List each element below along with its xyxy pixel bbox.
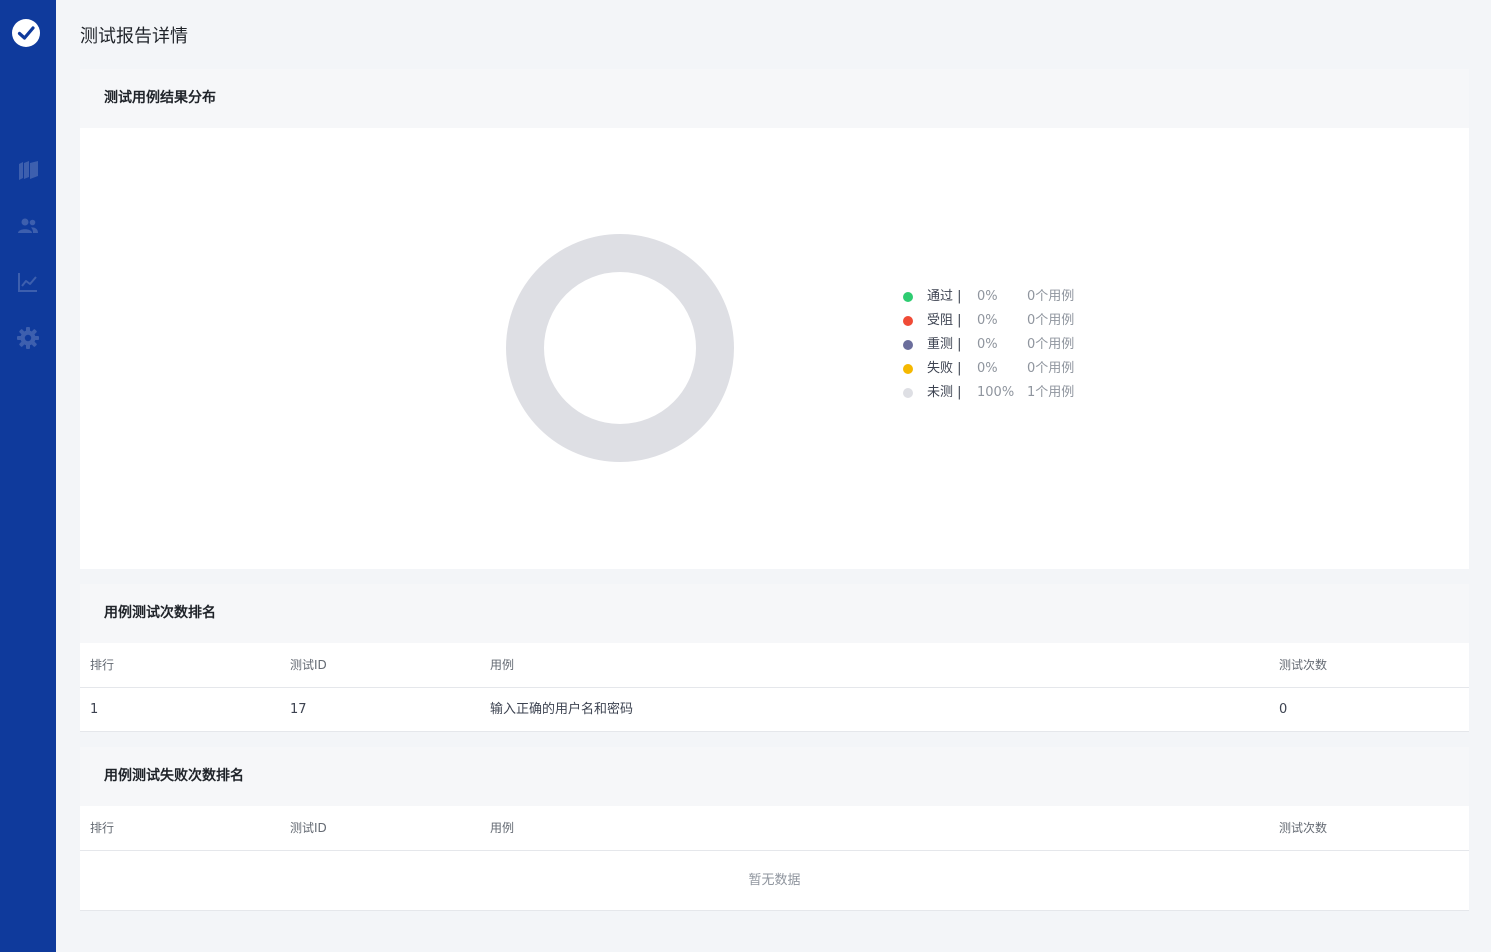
card-title: 测试用例结果分布 — [104, 90, 216, 106]
card-title: 用例测试次数排名 — [104, 605, 216, 621]
legend-dot-icon — [903, 364, 913, 374]
column-header-case: 用例 — [490, 821, 515, 835]
card-header: 用例测试次数排名 — [80, 584, 1469, 643]
result-donut-chart[interactable] — [506, 234, 734, 462]
card-header: 用例测试失败次数排名 — [80, 747, 1469, 806]
table-header: 排行 测试ID 用例 测试次数 — [80, 643, 1469, 688]
card-title: 用例测试失败次数排名 — [104, 768, 244, 784]
column-header-case: 用例 — [490, 658, 515, 672]
fail-count-rank-card: 用例测试失败次数排名 排行 测试ID 用例 测试次数 暂无数据 — [80, 747, 1469, 911]
cell-test-id: 17 — [290, 702, 307, 717]
table-header: 排行 测试ID 用例 测试次数 — [80, 806, 1469, 851]
legend-count: 0个用例 — [1027, 361, 1075, 376]
legend-label: 重测 | — [927, 337, 962, 352]
result-distribution-card: 测试用例结果分布 通过 | 0% 0个用例 受阻 | 0% 0个用例 重测 | 0% 0个用例失… — [80, 69, 1469, 569]
legend-dot-icon — [903, 388, 913, 398]
legend-label: 失败 | — [927, 361, 962, 376]
legend-count: 1个用例 — [1027, 385, 1075, 400]
page-title: 测试报告详情 — [80, 26, 188, 47]
column-header-run-count[interactable]: 测试次数 — [1279, 806, 1327, 850]
cell-rank: 1 — [90, 702, 99, 717]
layers-icon[interactable] — [16, 158, 40, 182]
legend-percent: 0% — [977, 289, 998, 304]
column-header-rank: 排行 — [90, 821, 115, 835]
card-header: 测试用例结果分布 — [80, 69, 1469, 128]
legend-count: 0个用例 — [1027, 289, 1075, 304]
column-header-test-id: 测试ID — [290, 658, 327, 672]
column-header-rank: 排行 — [90, 658, 115, 672]
legend-percent: 0% — [977, 313, 998, 328]
chart-body: 通过 | 0% 0个用例 受阻 | 0% 0个用例 重测 | 0% 0个用例 失败 | 0% 0个用例… — [80, 128, 1469, 569]
check-circle-logo-icon[interactable] — [12, 19, 40, 47]
sidebar — [0, 0, 56, 952]
legend-count: 0个用例 — [1027, 337, 1075, 352]
run-count-rank-card: 用例测试次数排名 排行 测试ID 用例 测试次数 1 17 输入正确的用户名和密… — [80, 584, 1469, 732]
legend-dot-icon — [903, 340, 913, 350]
cell-run-count: 0 — [1279, 702, 1288, 717]
legend-percent: 100% — [977, 385, 1015, 400]
empty-state: 暂无数据 — [80, 851, 1469, 911]
gear-icon[interactable] — [16, 326, 40, 350]
table-row[interactable]: 1 17 输入正确的用户名和密码 0 — [80, 688, 1469, 732]
legend-percent: 0% — [977, 337, 998, 352]
cell-case: 输入正确的用户名和密码 — [490, 702, 634, 717]
column-header-run-count[interactable]: 测试次数 — [1279, 643, 1327, 687]
legend-label: 受阻 | — [927, 313, 962, 328]
legend-dot-icon — [903, 292, 913, 302]
users-icon[interactable] — [16, 214, 40, 238]
column-header-test-id: 测试ID — [290, 821, 327, 835]
legend-label: 未测 | — [927, 385, 962, 400]
legend-dot-icon — [903, 316, 913, 326]
legend-label: 通过 | — [927, 289, 962, 304]
legend-percent: 0% — [977, 361, 998, 376]
trend-chart-icon[interactable] — [16, 270, 40, 294]
donut-slice-4[interactable] — [506, 234, 734, 462]
legend-count: 0个用例 — [1027, 313, 1075, 328]
